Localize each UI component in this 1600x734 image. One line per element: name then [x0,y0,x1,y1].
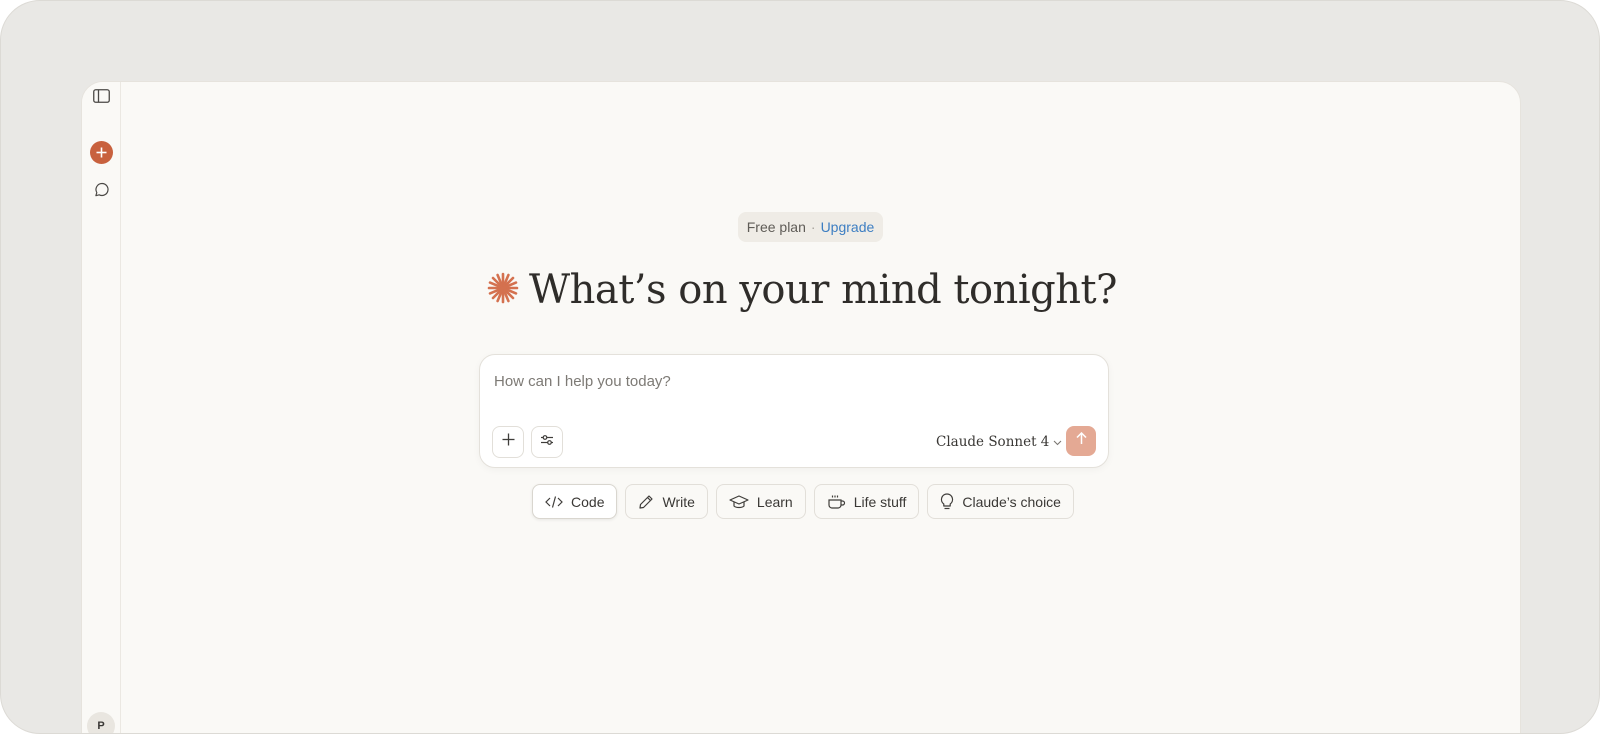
claude-spark-icon [487,272,519,309]
chats-button[interactable] [82,178,121,206]
send-button[interactable] [1066,426,1096,456]
suggestion-chips: Code Write Learn Life stuff Claude’s cho… [82,484,1520,520]
prompt-input[interactable] [494,369,1094,393]
plan-label: Free plan [746,219,806,235]
window-frame: P Free plan · Upgrade What’s on your min… [0,0,1600,734]
sidebar: P [82,82,121,733]
chip-label: Code [571,493,605,510]
greeting: What’s on your mind tonight? [82,260,1520,320]
lightbulb-icon [940,493,954,510]
app-window: P Free plan · Upgrade What’s on your min… [81,81,1521,733]
sliders-icon [540,433,554,451]
upgrade-link[interactable]: Upgrade [821,219,875,235]
arrow-up-icon [1075,431,1087,450]
plan-separator: · [810,219,816,235]
message-composer: Claude Sonnet 4 [479,354,1109,468]
model-label: Claude Sonnet 4 [936,434,1050,450]
new-chat-button[interactable] [82,138,121,166]
graduation-cap-icon [729,494,749,510]
chip-code[interactable]: Code [532,484,618,519]
code-icon [545,495,563,509]
chip-claudes-choice[interactable]: Claude’s choice [927,484,1074,519]
model-selector[interactable]: Claude Sonnet 4 [936,431,1062,453]
sidebar-toggle-icon [93,88,110,108]
plus-icon [502,433,515,451]
avatar[interactable]: P [87,712,115,733]
tools-button[interactable] [531,426,563,458]
coffee-cup-icon [827,494,846,510]
chip-label: Claude’s choice [962,493,1061,510]
chip-write[interactable]: Write [625,484,708,519]
chip-label: Life stuff [853,493,907,510]
pencil-icon [638,494,654,510]
chip-learn[interactable]: Learn [715,484,806,519]
plan-badge: Free plan · Upgrade [738,212,883,242]
add-attachment-button[interactable] [492,426,524,458]
chip-life-stuff[interactable]: Life stuff [813,484,920,519]
chip-label: Learn [756,493,793,510]
plus-icon [90,140,113,164]
chat-bubble-icon [94,182,110,203]
sidebar-toggle-button[interactable] [82,84,121,112]
chip-label: Write [662,493,695,510]
page-title: What’s on your mind tonight? [529,267,1118,313]
chevron-down-icon [1053,434,1062,450]
